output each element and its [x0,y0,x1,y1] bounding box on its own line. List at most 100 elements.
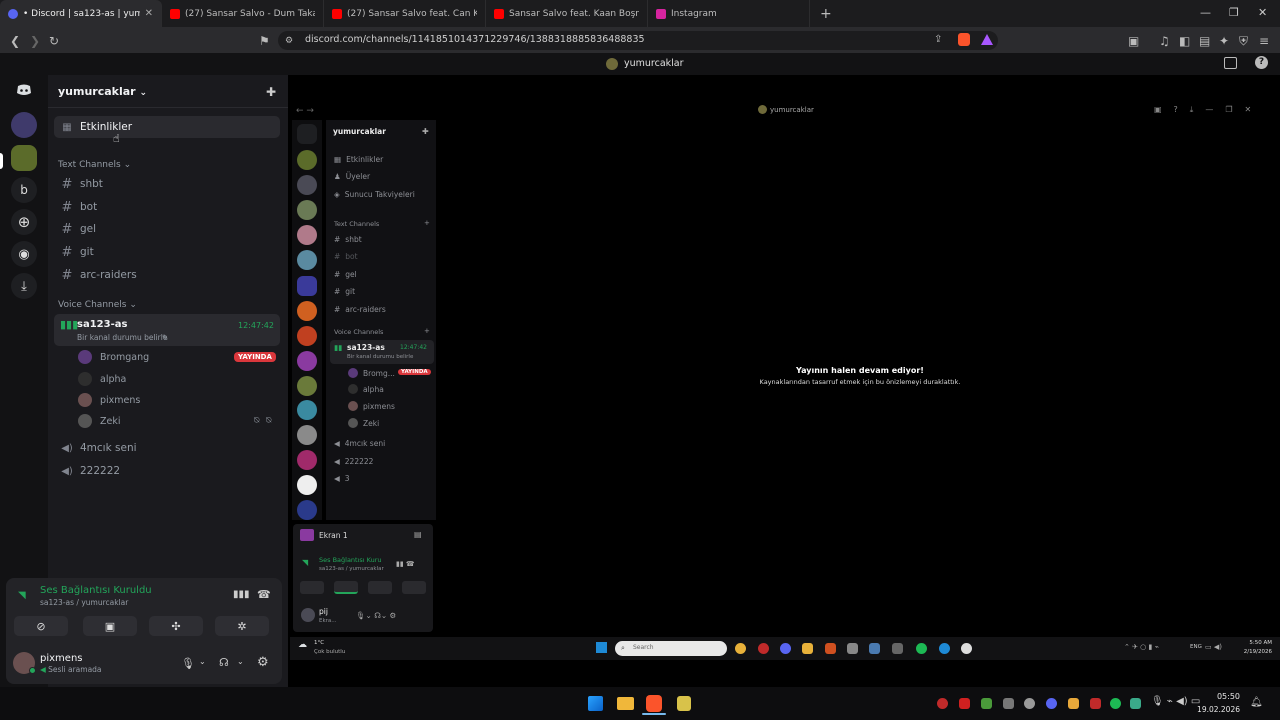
add-server-icon[interactable]: ⊕ [11,209,37,235]
channel-bot[interactable]: # bot [54,196,280,218]
share-discord-icon [780,643,791,654]
category-text-channels[interactable]: Text Channels ⌄ [58,160,131,170]
bookmark-icon[interactable]: ⚑ [259,34,270,48]
inbox-icon[interactable] [1224,57,1237,69]
tray-app-icon[interactable] [1003,698,1014,709]
download-icon[interactable]: ⤓ [11,273,37,299]
tray-app-icon[interactable] [1130,698,1141,709]
voice-channel-222222[interactable]: ◀) 222222 [54,460,280,482]
discord-home-icon[interactable] [11,77,37,103]
username[interactable]: pixmens [40,653,83,664]
soundboard-button[interactable]: ✲ [215,616,269,636]
share-members-icon: ♟ [334,172,341,181]
mic-chevron-icon[interactable]: ⌄ [199,657,206,666]
notifications-icon[interactable]: 🔔︎ [1250,697,1263,708]
close-tab-icon[interactable]: ✕ [145,8,153,19]
hash-icon: # [61,221,73,237]
share-speaker-icon: ◀ [334,474,340,483]
share-user-name: pij [319,607,328,616]
tray-app-icon[interactable] [1090,698,1101,709]
channel-arc-raiders[interactable]: # arc-raiders [54,264,280,286]
server-icon-b[interactable]: b [11,177,37,203]
menu-icon[interactable]: ≡ [1259,34,1269,48]
close-window-icon[interactable]: ✕ [1258,6,1267,19]
share-channel-label: arc-raiders [345,305,386,314]
leo-icon[interactable]: ✦ [1219,34,1229,48]
user-label: Bromgang [100,351,150,363]
server-icon-1[interactable] [11,112,37,138]
channel-shbt[interactable]: # shbt [54,173,280,195]
avatar [78,350,92,364]
tab-youtube-1[interactable]: (27) Sansar Salvo - Dum Taka Dum [162,0,324,27]
disconnect-icon[interactable]: ☎ [257,588,271,601]
mic-icon[interactable]: 🎙︎ [181,657,195,670]
chevron-down-icon: ⌄ [139,88,147,98]
headphones-chevron-icon[interactable]: ⌄ [237,657,244,666]
tray-nvidia-icon[interactable] [981,698,992,709]
settings-gear-icon[interactable]: ⚙ [257,655,269,670]
wallet-icon[interactable]: ▤ [1199,34,1210,48]
url-text[interactable]: discord.com/channels/1141851014371229746… [305,34,645,45]
headphones-icon[interactable]: ☊ [219,656,229,669]
tab-youtube-3[interactable]: Sansar Salvo feat. Kaan Boşnak (from [486,0,648,27]
music-icon[interactable]: ♫ [1159,34,1170,48]
tab-discord[interactable]: • Discord | sa123-as | yumurc ✕ [0,0,162,27]
site-info-icon[interactable]: ⚙ [285,36,293,46]
taskbar-clock-date[interactable]: 19.02.2026 [1196,705,1240,714]
share-edge-icon [939,643,950,654]
live-badge: YAYINDA [234,352,276,362]
screen-share-button[interactable]: ▣ [83,616,137,636]
channel-git[interactable]: # git [54,241,280,263]
tray-app-icon[interactable] [937,698,948,709]
tray-discord-icon[interactable] [1046,698,1057,709]
voice-location[interactable]: sa123-as / yumurcaklar [40,598,128,607]
voice-connected-status[interactable]: Ses Bağlantısı Kuruldu [40,585,152,596]
invite-people-icon[interactable]: ✚ [266,85,276,99]
share-hash-icon: # [334,287,341,296]
help-icon[interactable]: ? [1255,56,1268,69]
server-header[interactable]: yumurcaklar ⌄ [58,85,147,98]
new-tab-button[interactable]: + [820,6,832,22]
pencil-icon[interactable]: ✎ [162,333,168,342]
channel-gel[interactable]: # gel [54,218,280,240]
tab-instagram[interactable]: Instagram [648,0,810,27]
vpn-icon[interactable]: ⛨ [1239,34,1248,49]
extension-icon[interactable]: ▣ [1128,34,1139,48]
share-folder-icon [802,643,813,654]
activities-button[interactable]: ✣ [149,616,203,636]
noise-suppression-icon[interactable]: ▮▮▮ [233,589,250,600]
tray-app-icon[interactable] [1024,698,1035,709]
tab-label: (27) Sansar Salvo - Dum Taka Dum [185,8,315,19]
tray-app-icon[interactable] [1068,698,1079,709]
voice-user-alpha[interactable]: alpha [78,369,278,389]
tray-spotify-icon[interactable] [1110,698,1121,709]
voice-channel-4mcik[interactable]: ◀) 4mcık seni [54,437,280,459]
explore-icon[interactable]: ◉ [11,241,37,267]
windows-start-icon[interactable] [588,696,603,711]
channel-label: bot [80,201,98,213]
server-icon-yumurcaklar[interactable] [11,145,37,171]
reload-icon[interactable]: ↻ [49,34,59,48]
sidebar-icon[interactable]: ◧ [1179,34,1190,48]
voice-user-zeki[interactable]: Zeki [78,411,278,431]
share-icon[interactable]: ⇪ [934,34,942,45]
taskbar-app-icon[interactable] [677,696,691,711]
tab-youtube-2[interactable]: (27) Sansar Salvo feat. Can Kazaz - H [324,0,486,27]
camera-off-button[interactable]: ⊘ [14,616,68,636]
taskbar-clock-time[interactable]: 05:50 [1200,692,1240,701]
back-icon[interactable]: ❮ [10,34,20,48]
maximize-icon[interactable]: ❐ [1229,6,1239,19]
brave-shield-icon[interactable] [958,33,970,46]
file-explorer-icon[interactable] [617,697,634,710]
brave-rewards-icon[interactable] [981,34,993,45]
voice-status-text[interactable]: Bir kanal durumu belirle [77,333,167,342]
share-user-label: alpha [363,384,384,394]
minimize-icon[interactable]: — [1200,6,1211,19]
forward-icon[interactable]: ❯ [30,34,40,48]
brave-browser-icon[interactable] [646,695,662,712]
tray-system-icons[interactable]: 🎙︎ ⌁ ◀) ▭ [1151,696,1200,707]
voice-user-pixmens[interactable]: pixmens [78,390,278,410]
category-voice-channels[interactable]: Voice Channels ⌄ [58,300,137,310]
events-item[interactable]: ▦ Etkinlikler [54,116,280,138]
tray-app-icon[interactable] [959,698,970,709]
